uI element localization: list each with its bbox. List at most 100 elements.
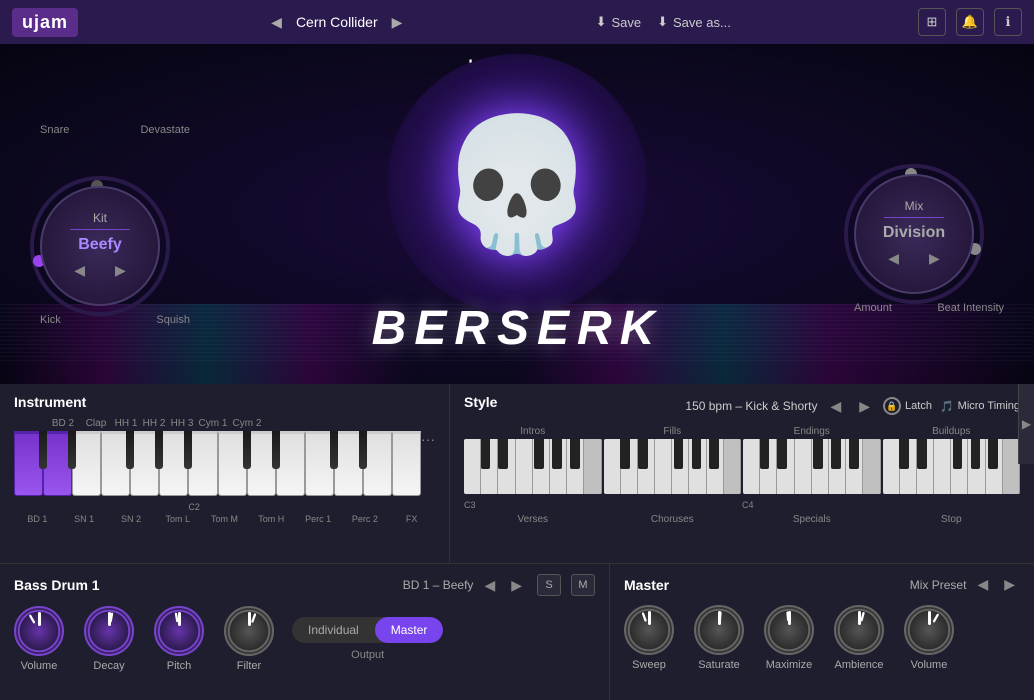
mix-divider [884,217,944,218]
kit-prev-button[interactable]: ◀ [69,260,90,281]
key-w13[interactable] [363,431,392,496]
style-seg-intros [464,439,602,494]
sweep-knob[interactable] [624,605,674,655]
master-button[interactable]: Master [375,617,444,643]
ibl-sn1: SN 1 [61,514,108,524]
ambience-knob[interactable] [834,605,884,655]
style-piano-buildups[interactable] [883,439,1021,494]
instr-label-cym2: Cym 2 [230,418,264,429]
key-b1[interactable] [39,431,47,469]
style-keyboards: C3 C4 [464,439,1020,494]
preset-prev-button[interactable]: ◀ [265,12,288,33]
amount-label: Amount [854,302,892,314]
save-button[interactable]: ⬇ Save [596,14,642,30]
latch-button[interactable]: 🔒 Latch [883,397,932,415]
kit-nav: ◀ ▶ [69,260,131,281]
pitch-knob[interactable] [154,606,204,656]
style-title: Style [464,394,497,410]
style-stop: Stop [883,514,1021,525]
instrument-keyboard[interactable]: C2 [14,431,421,496]
kit-next-button[interactable]: ▶ [110,260,131,281]
style-piano-fills[interactable] [604,439,742,494]
mix-knob[interactable]: Mix Division ◀ ▶ [854,174,974,294]
preset-name: Cern Collider [296,14,378,30]
master-title: Master [624,577,669,593]
saturate-knob[interactable] [694,605,744,655]
bass-drum-next-button[interactable]: ▶ [506,575,527,596]
key-b4[interactable] [155,431,163,469]
mix-value: Division [883,224,945,242]
preset-next-button[interactable]: ▶ [386,12,409,33]
layout-icon[interactable]: ⊞ [918,8,946,36]
latch-icon: 🔒 [883,397,901,415]
instrument-top-labels: BD 2 Clap HH 1 HH 2 HH 3 Cym 1 Cym 2 [14,418,435,429]
bass-drum-panel: Bass Drum 1 BD 1 – Beefy ◀ ▶ S M [0,564,610,700]
filter-knob-label: Filter [237,660,261,672]
kit-divider [70,229,130,230]
kit-knob[interactable]: Kit Beefy ◀ ▶ [40,186,160,306]
instr-label-hh2: HH 2 [140,418,168,429]
key-w3[interactable] [72,431,101,496]
kick-label: Kick [40,314,61,326]
micro-timing-button[interactable]: 🎵 Micro Timing [940,400,1020,413]
sweep-knob-label: Sweep [632,659,666,671]
key-b3[interactable] [126,431,134,469]
key-b2[interactable] [68,431,76,469]
ambience-knob-label: Ambience [835,659,884,671]
key-b6[interactable] [243,431,251,469]
keyboard-ellipsis: ··· [421,431,435,455]
instrument-title: Instrument [14,394,435,410]
preset-nav: ◀ Cern Collider ▶ [265,12,408,33]
instrument-bottom-labels: BD 1 SN 1 SN 2 Tom L Tom M Tom H Perc 1 … [14,514,435,524]
instr-label-hh3: HH 3 [168,418,196,429]
instr-label-hh1: HH 1 [112,418,140,429]
individual-button[interactable]: Individual [292,617,375,643]
bell-icon[interactable]: 🔔 [956,8,984,36]
kit-value: Beefy [78,236,122,254]
style-fills: Fills [604,426,742,437]
ambience-knob-svg [836,605,882,655]
mix-next-button[interactable]: ▶ [924,248,945,269]
key-w10[interactable] [276,431,305,496]
c4-label: C4 [742,500,754,510]
maximize-knob-group: Maximize [764,605,814,671]
save-icon: ⬇ [596,14,607,30]
save-as-button[interactable]: ⬇ Save as... [657,14,731,30]
info-icon[interactable]: ℹ [994,8,1022,36]
bass-drum-controls: Volume Decay [14,606,595,672]
mix-nav: ◀ ▶ [883,248,945,269]
key-b8[interactable] [330,431,338,469]
style-piano-endings[interactable] [743,439,881,494]
key-b9[interactable] [359,431,367,469]
style-next-button[interactable]: ▶ [854,396,875,417]
style-header: Style 150 bpm – Kick & Shorty ◀ ▶ 🔒 Latc… [464,394,1020,418]
mix-preset-next-button[interactable]: ▶ [999,574,1020,595]
style-specials: Specials [743,514,881,525]
c3-label: C3 [464,500,476,510]
key-b7[interactable] [272,431,280,469]
decay-knob-group: Decay [84,606,134,672]
key-b5[interactable] [184,431,192,469]
style-piano-intros[interactable] [464,439,602,494]
style-prev-button[interactable]: ◀ [825,396,846,417]
filter-knob[interactable] [224,606,274,656]
logo: ujam [12,8,78,37]
scroll-handle[interactable]: ▶ [1018,384,1034,464]
mix-preset-prev-button[interactable]: ◀ [972,574,993,595]
mix-prev-button[interactable]: ◀ [883,248,904,269]
volume-knob[interactable] [14,606,64,656]
key-w7[interactable] [188,431,217,496]
mute-button[interactable]: M [571,574,595,596]
style-bpm: 150 bpm – Kick & Shorty [685,399,817,413]
scroll-arrow[interactable]: ▶ [1022,417,1031,431]
squish-label: Squish [156,314,190,326]
master-volume-knob[interactable] [904,605,954,655]
maximize-knob[interactable] [764,605,814,655]
solo-button[interactable]: S [537,574,561,596]
mix-preset-label: Mix Preset [910,578,967,592]
key-w14[interactable] [392,431,421,496]
pitch-knob-label: Pitch [167,660,191,672]
bass-drum-preset-label: BD 1 – Beefy [403,578,474,592]
decay-knob[interactable] [84,606,134,656]
bass-drum-prev-button[interactable]: ◀ [479,575,500,596]
